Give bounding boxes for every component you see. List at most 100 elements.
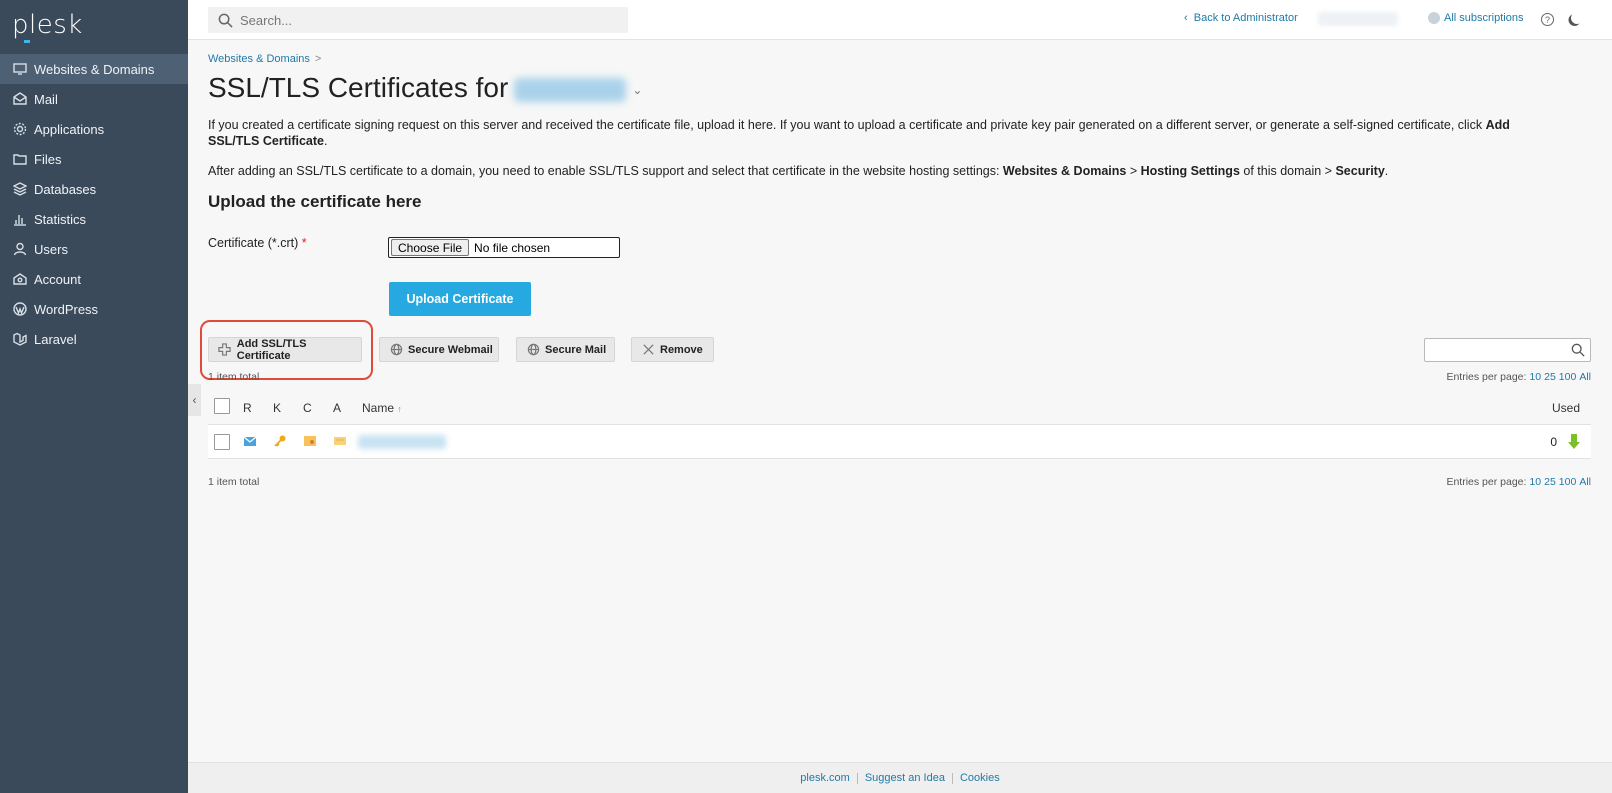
upload-heading: Upload the certificate here xyxy=(208,192,422,211)
gear-icon xyxy=(13,122,27,136)
footer-link-cookies[interactable]: Cookies xyxy=(953,772,1007,784)
help-icon[interactable]: ? xyxy=(1541,13,1554,26)
download-icon[interactable] xyxy=(1567,433,1581,451)
sidebar-item-account[interactable]: Account xyxy=(0,264,188,294)
secure-webmail-button[interactable]: Secure Webmail xyxy=(379,337,499,362)
subscriptions-label: All subscriptions xyxy=(1444,12,1524,24)
row-checkbox[interactable] xyxy=(214,434,230,450)
epp-option-10[interactable]: 10 xyxy=(1529,476,1541,488)
upload-description: If you created a certificate signing req… xyxy=(208,117,1558,149)
breadcrumb: Websites & Domains > xyxy=(208,53,321,65)
column-k: K xyxy=(273,401,282,415)
desc-text: > xyxy=(1126,164,1141,178)
chevron-down-icon[interactable]: ⌄ xyxy=(632,83,642,97)
sidebar-item-statistics[interactable]: Statistics xyxy=(0,204,188,234)
search-input[interactable] xyxy=(240,12,620,28)
breadcrumb-separator: > xyxy=(314,53,322,65)
back-link-label: Back to Administrator xyxy=(1193,12,1298,24)
logo-text: plesk xyxy=(12,10,83,40)
sidebar-item-laravel[interactable]: Laravel xyxy=(0,324,188,354)
help-glyph: ? xyxy=(1544,14,1550,25)
global-search[interactable] xyxy=(208,7,628,33)
main-content: Websites & Domains > SSL/TLS Certificates… xyxy=(188,40,1612,762)
page-title: SSL/TLS Certificates for ⌄ xyxy=(208,72,642,104)
remove-button[interactable]: Remove xyxy=(631,337,714,362)
secure-mail-button[interactable]: Secure Mail xyxy=(516,337,615,362)
column-name-sort[interactable]: Name ↑ xyxy=(362,401,402,415)
epp-option-all[interactable]: All xyxy=(1579,371,1591,383)
item-count: 1 item total xyxy=(208,371,260,383)
desc-text: . xyxy=(1384,164,1389,178)
secure-mail-label: Secure Mail xyxy=(545,343,607,356)
search-icon xyxy=(1571,343,1585,357)
epp-option-25[interactable]: 25 xyxy=(1544,371,1556,383)
footer-link-plesk[interactable]: plesk.com xyxy=(793,772,857,784)
desc-bold: Websites & Domains xyxy=(1002,164,1127,178)
sidebar-item-mail[interactable]: Mail xyxy=(0,84,188,114)
close-icon xyxy=(641,343,655,357)
plesk-logo[interactable]: plesk xyxy=(12,10,83,43)
column-a: A xyxy=(333,401,342,415)
epp-option-100[interactable]: 100 xyxy=(1559,371,1577,383)
sidebar-item-label: Users xyxy=(34,241,68,257)
certificate-label-text: Certificate (*.crt) xyxy=(208,236,299,250)
sidebar-item-files[interactable]: Files xyxy=(0,144,188,174)
secure-webmail-label: Secure Webmail xyxy=(408,343,493,356)
desc-text: . xyxy=(324,134,328,148)
page-title-text: SSL/TLS Certificates for xyxy=(208,72,509,103)
footer-link-suggest-idea[interactable]: Suggest an Idea xyxy=(858,772,952,784)
ca-certificate-icon xyxy=(333,434,347,448)
table-row[interactable]: 0 xyxy=(208,424,1591,459)
desc-text: After adding an SSL/TLS certificate to a… xyxy=(208,164,1003,178)
select-all-checkbox[interactable] xyxy=(214,398,230,414)
epp-option-10[interactable]: 10 xyxy=(1529,371,1541,383)
mail-certificate-icon xyxy=(243,434,257,448)
all-subscriptions-link[interactable]: All subscriptions xyxy=(1428,12,1523,24)
mail-icon xyxy=(13,92,27,106)
sidebar-item-label: Applications xyxy=(34,121,105,137)
upload-certificate-button[interactable]: Upload Certificate xyxy=(389,282,531,316)
breadcrumb-websites-domains[interactable]: Websites & Domains xyxy=(208,53,310,65)
user-menu[interactable] xyxy=(1318,12,1398,26)
sidebar-item-users[interactable]: Users xyxy=(0,234,188,264)
choose-file-button[interactable]: Choose File xyxy=(391,239,470,256)
sidebar-item-label: WordPress xyxy=(34,301,99,317)
logo-accent xyxy=(24,40,30,43)
domain-name-redacted[interactable] xyxy=(514,77,627,102)
epp-option-25[interactable]: 25 xyxy=(1544,476,1556,488)
column-used[interactable]: Used xyxy=(1552,401,1580,415)
epp-option-100[interactable]: 100 xyxy=(1559,476,1577,488)
sidebar-item-label: Statistics xyxy=(34,211,87,227)
sidebar-item-label: Websites & Domains xyxy=(34,61,155,77)
desc-text: If you created a certificate signing req… xyxy=(208,118,1486,132)
entries-per-page-label: Entries per page: xyxy=(1446,476,1527,488)
sidebar-item-label: Laravel xyxy=(34,331,77,347)
used-count: 0 xyxy=(1550,435,1557,449)
sidebar-item-wordpress[interactable]: WordPress xyxy=(0,294,188,324)
certificate-file-input[interactable]: Choose File No file chosen xyxy=(388,237,620,258)
chevron-left-icon: ‹ xyxy=(1184,12,1188,24)
sidebar: plesk Websites & Domains Mail Applicatio… xyxy=(0,0,188,793)
account-icon xyxy=(13,272,27,286)
dark-mode-icon[interactable] xyxy=(1569,10,1584,25)
globe-lock-icon xyxy=(389,343,403,357)
list-search-input[interactable] xyxy=(1424,338,1591,362)
certificate-name-link[interactable] xyxy=(358,435,446,449)
item-count-bottom: 1 item total xyxy=(208,476,260,488)
sidebar-item-applications[interactable]: Applications xyxy=(0,114,188,144)
entries-per-page-label: Entries per page: xyxy=(1446,371,1527,383)
column-c: C xyxy=(303,401,312,415)
entries-per-page: Entries per page: 10 25 100 All xyxy=(1446,371,1591,383)
sidebar-item-websites-domains[interactable]: Websites & Domains xyxy=(0,54,188,84)
sidebar-item-databases[interactable]: Databases xyxy=(0,174,188,204)
desc-bold: Hosting Settings xyxy=(1140,164,1240,178)
monitor-icon xyxy=(13,62,27,76)
epp-option-all[interactable]: All xyxy=(1579,476,1591,488)
certificate-icon xyxy=(303,434,317,448)
column-r: R xyxy=(243,401,252,415)
key-icon xyxy=(273,434,287,448)
folder-icon xyxy=(13,152,27,166)
sidebar-item-label: Mail xyxy=(34,91,58,107)
back-to-administrator-link[interactable]: ‹ Back to Administrator xyxy=(1184,12,1298,24)
table-header: R K C A Name ↑ Used xyxy=(208,391,1591,424)
